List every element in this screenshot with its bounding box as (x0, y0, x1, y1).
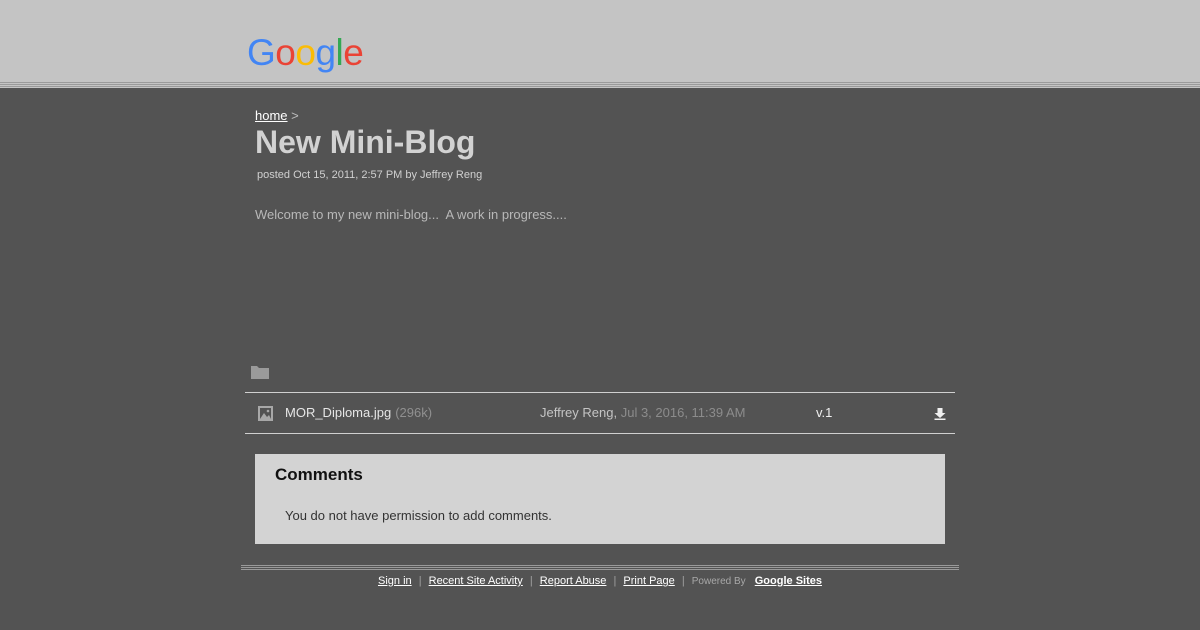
powered-by-label: Powered By (691, 576, 746, 587)
site-footer: Sign in | Recent Site Activity | Report … (241, 575, 959, 587)
attachment-size: (296k) (395, 405, 433, 420)
footer-separator: | (681, 575, 685, 587)
comments-permission-message: You do not have permission to add commen… (285, 508, 552, 523)
footer-separator: | (529, 575, 533, 587)
report-abuse-link[interactable]: Report Abuse (540, 575, 607, 587)
sign-in-link[interactable]: Sign in (378, 575, 412, 587)
print-page-link[interactable]: Print Page (623, 575, 674, 587)
attachment-author: Jeffrey Reng, (540, 405, 618, 420)
logo-letter: g (315, 32, 336, 73)
logo-letter: l (335, 32, 344, 73)
footer-separator: | (418, 575, 422, 587)
post-meta: posted Oct 15, 2011, 2:57 PM by Jeffrey … (257, 169, 483, 181)
attachment-name: MOR_Diploma.jpg (285, 405, 392, 420)
logo-letter: o (275, 32, 296, 73)
attachment-version[interactable]: v.1 (816, 405, 832, 420)
header-divider (0, 82, 1200, 88)
google-logo[interactable]: Google (247, 32, 364, 73)
download-icon[interactable] (934, 408, 946, 420)
attachment-date: Jul 3, 2016, 11:39 AM (620, 405, 746, 420)
logo-letter: e (343, 32, 364, 73)
site-header: Google (0, 0, 1200, 82)
comments-panel: Comments You do not have permission to a… (255, 454, 945, 544)
breadcrumb: home > (255, 108, 299, 123)
google-sites-link[interactable]: Google Sites (755, 575, 822, 587)
breadcrumb-separator: > (291, 108, 299, 123)
image-icon (258, 406, 273, 421)
attachment-uploader: Jeffrey Reng, Jul 3, 2016, 11:39 AM (540, 405, 746, 420)
recent-site-activity-link[interactable]: Recent Site Activity (429, 575, 523, 587)
page-title: New Mini-Blog (255, 124, 476, 160)
footer-separator: | (613, 575, 617, 587)
comments-title: Comments (275, 465, 363, 484)
footer-divider (241, 565, 959, 570)
logo-letter: o (295, 32, 316, 73)
folder-icon (251, 366, 269, 379)
attachments-table: MOR_Diploma.jpg (296k) Jeffrey Reng, Jul … (245, 392, 955, 434)
breadcrumb-home-link[interactable]: home (255, 108, 288, 123)
attachment-file-link[interactable]: MOR_Diploma.jpg (296k) (285, 405, 432, 420)
logo-letter: G (247, 32, 276, 73)
post-body: Welcome to my new mini-blog... A work in… (255, 207, 567, 222)
